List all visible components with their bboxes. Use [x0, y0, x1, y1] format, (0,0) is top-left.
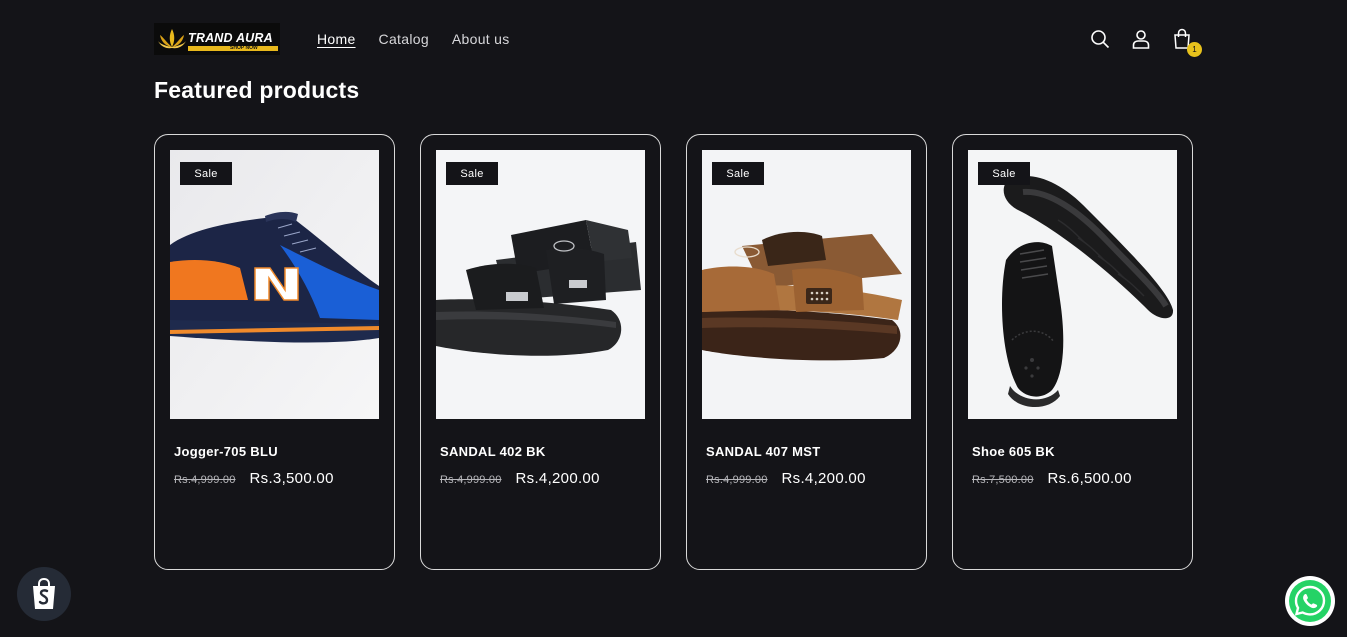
brown-sport-sandal-image — [702, 150, 911, 419]
price-row: Rs.4,999.00 Rs.3,500.00 — [174, 470, 379, 487]
black-brogue-shoe-image — [968, 150, 1177, 419]
product-image[interactable]: Sale — [170, 150, 379, 419]
sale-badge: Sale — [446, 162, 498, 185]
product-title[interactable]: SANDAL 402 BK — [440, 444, 645, 459]
brand-name: TRAND AURA — [188, 31, 273, 45]
sale-price: Rs.3,500.00 — [249, 470, 334, 487]
product-card[interactable]: Sale SANDAL 402 BK Rs.4,999.00 Rs.4,200.… — [420, 134, 661, 570]
cart-count-badge: 1 — [1187, 41, 1202, 57]
product-image[interactable]: Sale — [968, 150, 1177, 419]
brand-tagline: SHOP NOW — [230, 45, 258, 51]
product-image[interactable]: Sale — [436, 150, 645, 419]
price-row: Rs.4,999.00 Rs.4,200.00 — [440, 470, 645, 487]
compare-at-price: Rs.7,500.00 — [972, 474, 1034, 486]
shopify-chat-button[interactable] — [17, 567, 71, 621]
compare-at-price: Rs.4,999.00 — [440, 474, 502, 486]
product-title[interactable]: Jogger-705 BLU — [174, 444, 379, 459]
account-icon — [1132, 30, 1149, 49]
product-image[interactable]: Sale — [702, 150, 911, 419]
product-grid: Sale Jogger-705 BLU Rs.4,999.00 Rs.3,500… — [154, 134, 1193, 570]
cart-button[interactable]: 1 — [1170, 28, 1202, 57]
black-sport-sandal-image — [436, 150, 645, 419]
nav-catalog[interactable]: Catalog — [379, 31, 429, 47]
section-title: Featured products — [154, 77, 360, 103]
sale-badge: Sale — [180, 162, 232, 185]
price-row: Rs.4,999.00 Rs.4,200.00 — [706, 470, 911, 487]
product-card[interactable]: Sale Shoe 605 BK Rs.7,500.00 Rs.6,500.00 — [952, 134, 1193, 570]
search-button[interactable] — [1088, 28, 1111, 51]
sale-badge: Sale — [712, 162, 764, 185]
product-card[interactable]: Sale Jogger-705 BLU Rs.4,999.00 Rs.3,500… — [154, 134, 395, 570]
sale-price: Rs.4,200.00 — [515, 470, 600, 487]
sale-price: Rs.6,500.00 — [1047, 470, 1132, 487]
lotus-icon — [158, 29, 186, 49]
main-nav: Home Catalog About us — [317, 31, 533, 47]
nav-home[interactable]: Home — [317, 31, 356, 47]
whatsapp-icon — [1289, 580, 1331, 622]
sale-price: Rs.4,200.00 — [781, 470, 866, 487]
product-title[interactable]: Shoe 605 BK — [972, 444, 1177, 459]
price-row: Rs.7,500.00 Rs.6,500.00 — [972, 470, 1177, 487]
site-header: TRAND AURA SHOP NOW Home Catalog About u… — [154, 22, 1202, 57]
compare-at-price: Rs.4,999.00 — [174, 474, 236, 486]
whatsapp-chat-button[interactable] — [1285, 576, 1335, 626]
blue-orange-sneaker-image — [170, 150, 379, 419]
shopify-bag-icon — [33, 577, 55, 609]
nav-about-us[interactable]: About us — [452, 31, 510, 47]
product-card[interactable]: Sale SANDAL 407 MST Rs.4,999.00 Rs.4,200… — [686, 134, 927, 570]
product-title[interactable]: SANDAL 407 MST — [706, 444, 911, 459]
brand-logo[interactable]: TRAND AURA SHOP NOW — [154, 23, 280, 55]
sale-badge: Sale — [978, 162, 1030, 185]
search-icon — [1090, 30, 1109, 49]
account-button[interactable] — [1129, 28, 1152, 51]
compare-at-price: Rs.4,999.00 — [706, 474, 768, 486]
header-actions: 1 — [1088, 28, 1202, 57]
